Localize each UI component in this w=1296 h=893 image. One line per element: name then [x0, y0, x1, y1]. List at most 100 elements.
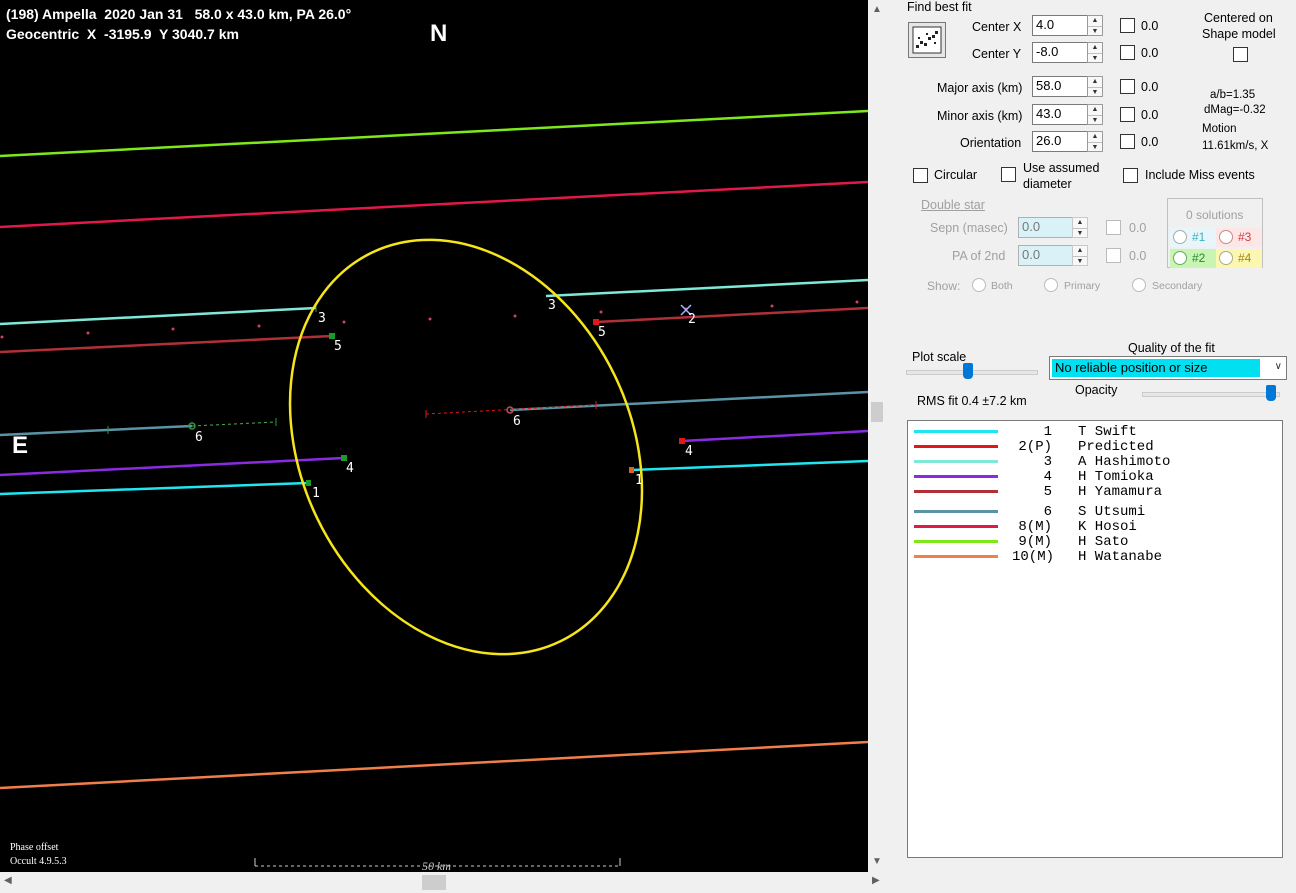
circular-checkbox[interactable]	[913, 168, 928, 183]
legend-swatch	[914, 525, 998, 528]
quality-dropdown[interactable]: No reliable position or size ∨	[1049, 356, 1287, 380]
major-axis-label: Major axis (km)	[937, 81, 1023, 95]
orientation-spinner[interactable]: ▲ ▼	[1087, 131, 1103, 152]
solution-4[interactable]: #4	[1216, 249, 1262, 268]
fit-control-panel: Find best fit Center X 4.0 ▲ ▼ 0.0 Center…	[886, 0, 1296, 893]
chord-yamamura-east	[595, 306, 868, 324]
scroll-left-icon[interactable]: ◀	[4, 875, 12, 886]
dmag-readout: dMag=-0.32	[1204, 104, 1266, 116]
show-secondary-radio[interactable]	[1132, 278, 1146, 292]
pa-of-2nd-fix-checkbox[interactable]	[1106, 248, 1121, 263]
axis-ratio-readout: a/b=1.35	[1210, 89, 1256, 101]
legend-observer: H Watanabe	[1078, 549, 1163, 565]
center-y-spinner[interactable]: ▲ ▼	[1087, 42, 1103, 63]
occultation-plot[interactable]: 3 3 5 5 2 6 6 4 4 1 1 50 km (198) Ampell…	[0, 0, 868, 872]
east-label: E	[12, 432, 29, 459]
use-assumed-label: Use assumed	[1023, 161, 1100, 175]
center-x-fix-checkbox[interactable]	[1120, 18, 1135, 33]
chord-hashimoto-west	[0, 306, 317, 326]
separation-spinner[interactable]: ▲ ▼	[1072, 217, 1088, 238]
pa-of-2nd-spinner[interactable]: ▲ ▼	[1072, 245, 1088, 266]
opacity-slider[interactable]	[1142, 383, 1280, 405]
solution-3[interactable]: #3	[1216, 228, 1262, 247]
pa-of-2nd-field[interactable]: 0.0	[1018, 245, 1074, 266]
scroll-up-icon[interactable]: ▲	[872, 4, 882, 15]
major-axis-field[interactable]: 58.0	[1032, 76, 1088, 97]
minor-axis-fix-checkbox[interactable]	[1120, 107, 1135, 122]
legend-swatch	[914, 430, 998, 433]
center-y-fix-checkbox[interactable]	[1120, 45, 1135, 60]
minor-axis-spinner[interactable]: ▲ ▼	[1087, 104, 1103, 125]
show-primary-label: Primary	[1064, 280, 1101, 292]
opacity-thumb[interactable]	[1266, 385, 1276, 401]
fitted-ellipse	[288, 238, 644, 656]
find-best-fit-button[interactable]	[908, 22, 946, 58]
double-star-label: Double star	[921, 198, 985, 212]
diameter-label: diameter	[1023, 177, 1072, 191]
chord-yamamura-west	[0, 334, 333, 354]
center-x-spinner[interactable]: ▲ ▼	[1087, 15, 1103, 36]
geocentric-readout: Geocentric X -3195.9 Y 3040.7 km	[6, 26, 239, 42]
show-secondary-label: Secondary	[1152, 280, 1203, 292]
circular-label: Circular	[934, 168, 978, 182]
major-axis-spinner[interactable]: ▲ ▼	[1087, 76, 1103, 97]
observer-legend: 1 T Swift 2(P) Predicted 3 A Hashimoto 4 H Tomi…	[907, 420, 1283, 858]
include-miss-events-checkbox[interactable]	[1123, 168, 1138, 183]
quality-selected: No reliable position or size	[1052, 359, 1260, 377]
plot-canvas: 3 3 5 5 2 6 6 4 4 1 1 50 km	[0, 109, 868, 872]
plot-horizontal-scrollbar[interactable]: ◀ ▶	[0, 872, 886, 893]
chord-label: 3	[548, 298, 556, 313]
legend-number: 3	[1043, 454, 1052, 470]
center-y-field[interactable]: -8.0	[1032, 42, 1088, 63]
plot-scale-thumb[interactable]	[963, 363, 973, 379]
legend-number: 6	[1043, 504, 1052, 520]
orientation-fix-label: 0.0	[1141, 135, 1159, 149]
legend-swatch	[914, 490, 998, 493]
show-both-label: Both	[991, 280, 1013, 292]
chord-label: 4	[685, 444, 693, 459]
use-assumed-diameter-checkbox[interactable]	[1001, 167, 1016, 182]
plot-vertical-scrollbar[interactable]: ▲ ▼	[868, 0, 886, 872]
solutions-box: 0 solutions #1 #3 #2 #4	[1167, 198, 1263, 268]
scroll-thumb[interactable]	[871, 402, 883, 422]
chord-utsumi-east	[509, 390, 868, 412]
solutions-title: 0 solutions	[1186, 208, 1244, 222]
plot-title: (198) Ampella 2020 Jan 31 58.0 x 43.0 km…	[6, 6, 352, 22]
scroll-right-icon[interactable]: ▶	[872, 875, 880, 886]
separation-fix-checkbox[interactable]	[1106, 220, 1121, 235]
legend-swatch	[914, 555, 998, 558]
show-primary-radio[interactable]	[1044, 278, 1058, 292]
best-fit-icon	[912, 26, 942, 54]
find-best-fit-label: Find best fit	[907, 0, 972, 14]
north-label: N	[430, 20, 448, 47]
center-y-fix-label: 0.0	[1141, 46, 1159, 60]
major-axis-fix-label: 0.0	[1141, 80, 1159, 94]
minor-axis-field[interactable]: 43.0	[1032, 104, 1088, 125]
minor-axis-fix-label: 0.0	[1141, 108, 1159, 122]
legend-row: 1 T Swift	[908, 424, 1278, 440]
separation-field[interactable]: 0.0	[1018, 217, 1074, 238]
show-both-radio[interactable]	[972, 278, 986, 292]
chord-swift-west	[0, 481, 309, 496]
legend-row: 6 S Utsumi	[908, 504, 1278, 520]
scroll-down-icon[interactable]: ▼	[872, 856, 882, 867]
scroll-thumb[interactable]	[422, 875, 446, 890]
legend-observer: H Tomioka	[1078, 469, 1154, 485]
legend-observer: S Utsumi	[1078, 504, 1146, 520]
solution-2[interactable]: #2	[1170, 249, 1216, 268]
legend-swatch	[914, 475, 998, 478]
chord-hosoi	[0, 180, 868, 229]
chord-label: 6	[195, 430, 203, 445]
shape-model-checkbox[interactable]	[1233, 47, 1248, 62]
centered-on-label: Centered on	[1204, 11, 1273, 25]
plot-scale-slider[interactable]	[906, 361, 1038, 383]
legend-observer: Predicted	[1078, 439, 1154, 455]
orientation-field[interactable]: 26.0	[1032, 131, 1088, 152]
legend-number: 1	[1043, 424, 1052, 440]
major-axis-fix-checkbox[interactable]	[1120, 79, 1135, 94]
center-x-field[interactable]: 4.0	[1032, 15, 1088, 36]
orientation-fix-checkbox[interactable]	[1120, 134, 1135, 149]
separation-label: Sepn (masec)	[930, 221, 1008, 235]
chord-swift-east	[631, 459, 868, 472]
solution-1[interactable]: #1	[1170, 228, 1216, 247]
